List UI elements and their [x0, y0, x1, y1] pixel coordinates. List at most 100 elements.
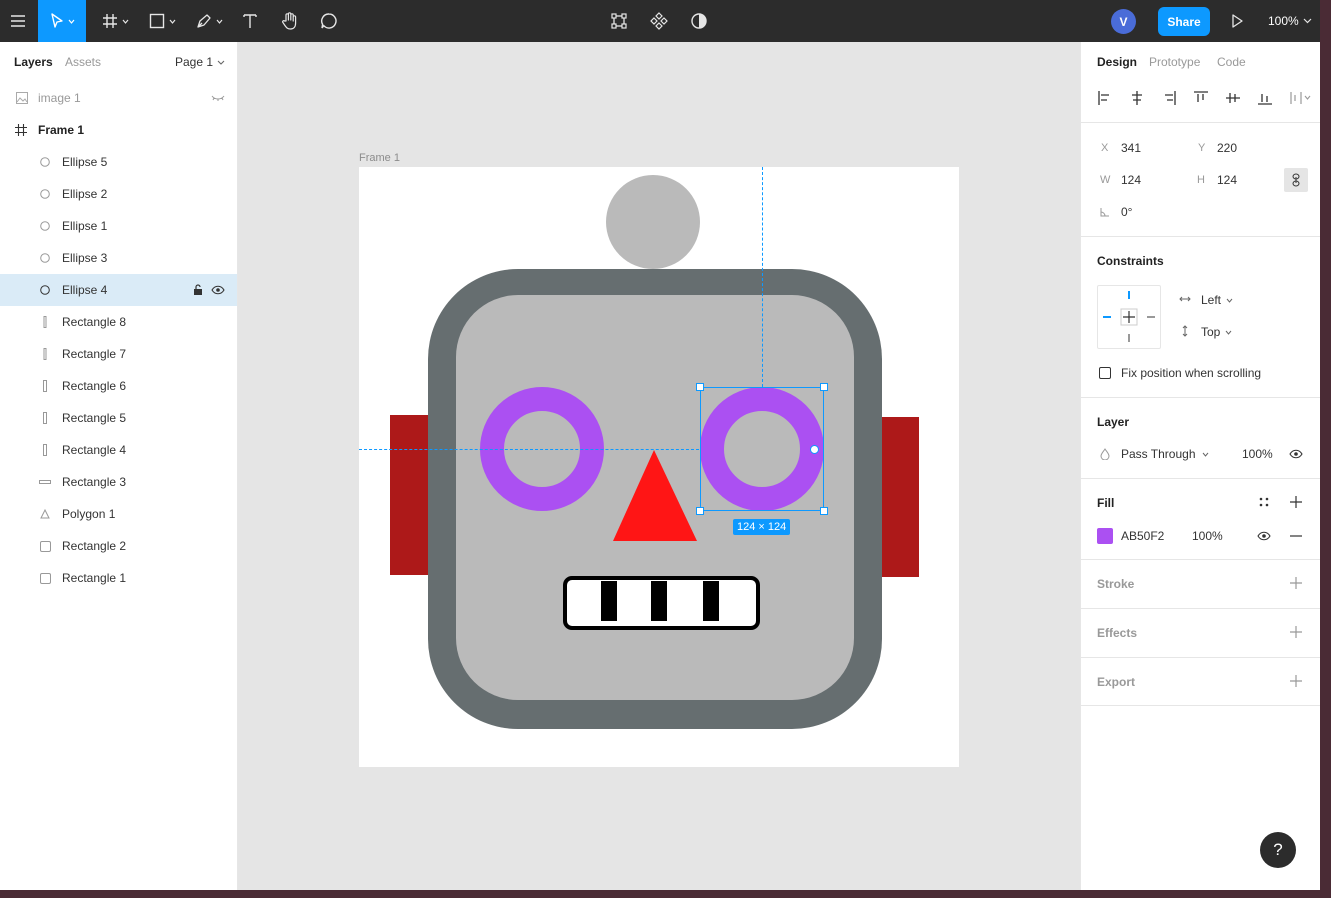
resize-handle-bottom-right[interactable] — [820, 507, 828, 515]
mask-button[interactable] — [687, 0, 711, 42]
hand-tool-button[interactable] — [278, 0, 302, 42]
edit-object-button[interactable] — [607, 0, 631, 42]
rectangle-icon — [38, 475, 52, 489]
layer-row-rectangle-2[interactable]: Rectangle 2 — [0, 530, 237, 562]
align-bottom-icon[interactable] — [1257, 90, 1273, 106]
add-effect-icon[interactable] — [1289, 625, 1303, 639]
edit-object-icon — [611, 13, 627, 29]
frame-tool-icon — [102, 14, 117, 28]
tab-prototype[interactable]: Prototype — [1149, 55, 1200, 69]
layer-row-ellipse-3[interactable]: Ellipse 3 — [0, 242, 237, 274]
user-avatar[interactable]: V — [1111, 9, 1136, 34]
add-fill-icon[interactable] — [1289, 495, 1303, 509]
unlock-icon[interactable] — [191, 283, 205, 297]
tab-layers[interactable]: Layers — [14, 55, 53, 69]
rectangle-8-tooth[interactable] — [703, 581, 719, 621]
align-vertical-center-icon[interactable] — [1225, 90, 1241, 106]
blend-mode-dropdown[interactable]: Pass Through — [1121, 447, 1209, 461]
add-export-icon[interactable] — [1289, 674, 1303, 688]
fill-color-swatch[interactable] — [1097, 528, 1113, 544]
shape-tool-button[interactable] — [145, 0, 179, 42]
align-top-icon[interactable] — [1193, 90, 1209, 106]
pen-tool-button[interactable] — [192, 0, 226, 42]
fill-hex-input[interactable]: AB50F2 — [1121, 529, 1164, 543]
ellipse-icon — [38, 219, 52, 233]
chevron-down-icon — [1303, 18, 1312, 24]
frame-label[interactable]: Frame 1 — [359, 152, 400, 164]
layer-row-rectangle-4[interactable]: Rectangle 4 — [0, 434, 237, 466]
frame-icon — [14, 123, 28, 137]
layer-row-ellipse-2[interactable]: Ellipse 2 — [0, 178, 237, 210]
properties-panel: Design Prototype Code X 341 Y 220 W 124 … — [1080, 42, 1320, 890]
layer-row-ellipse-5[interactable]: Ellipse 5 — [0, 146, 237, 178]
fix-position-checkbox[interactable] — [1099, 367, 1111, 379]
frame-tool-button[interactable] — [98, 0, 132, 42]
rectangle-icon — [38, 315, 52, 329]
page-selector[interactable]: Page 1 — [175, 55, 225, 69]
constraints-widget[interactable] — [1097, 285, 1161, 349]
constrain-proportions-button[interactable] — [1284, 168, 1308, 192]
resize-handle-top-right[interactable] — [820, 383, 828, 391]
align-right-icon[interactable] — [1161, 90, 1177, 106]
add-stroke-icon[interactable] — [1289, 576, 1303, 590]
rectangle-icon — [38, 347, 52, 361]
robot-artwork — [390, 175, 919, 729]
layer-row-polygon-1[interactable]: Polygon 1 — [0, 498, 237, 530]
tab-assets[interactable]: Assets — [65, 55, 101, 69]
fill-styles-icon[interactable] — [1258, 496, 1270, 508]
layer-opacity-input[interactable]: 100% — [1242, 447, 1273, 461]
fill-visibility-eye-icon[interactable] — [1257, 531, 1271, 541]
h-input[interactable]: 124 — [1217, 173, 1237, 187]
effects-section: Effects — [1081, 608, 1320, 657]
resize-handle-top-left[interactable] — [696, 383, 704, 391]
fill-opacity-input[interactable]: 100% — [1192, 529, 1223, 543]
layer-visibility-eye-icon[interactable] — [1289, 449, 1303, 459]
component-button[interactable] — [647, 0, 671, 42]
vertical-constraint-dropdown[interactable]: Top — [1201, 325, 1232, 339]
rectangle-7-tooth[interactable] — [651, 581, 667, 621]
present-button[interactable] — [1226, 0, 1248, 42]
arc-handle[interactable] — [810, 445, 819, 454]
comment-tool-button[interactable] — [317, 0, 341, 42]
layer-row-ellipse-4[interactable]: Ellipse 4 — [0, 274, 237, 306]
layer-row-rectangle-8[interactable]: Rectangle 8 — [0, 306, 237, 338]
layer-row-rectangle-3[interactable]: Rectangle 3 — [0, 466, 237, 498]
layer-name: Rectangle 5 — [62, 411, 127, 425]
layer-row-rectangle-5[interactable]: Rectangle 5 — [0, 402, 237, 434]
zoom-dropdown[interactable]: 100% — [1268, 0, 1312, 42]
ellipse-icon — [38, 283, 52, 297]
hidden-eye-icon[interactable] — [211, 91, 225, 105]
selection-box[interactable] — [700, 387, 824, 511]
w-input[interactable]: 124 — [1121, 173, 1141, 187]
frame-1[interactable] — [359, 167, 959, 767]
layer-row-ellipse-1[interactable]: Ellipse 1 — [0, 210, 237, 242]
align-horizontal-center-icon[interactable] — [1129, 90, 1145, 106]
align-left-icon[interactable] — [1097, 90, 1113, 106]
tab-code[interactable]: Code — [1217, 55, 1246, 69]
canvas[interactable]: Frame 1 124 × 124 — [238, 42, 1080, 890]
layer-row-rectangle-7[interactable]: Rectangle 7 — [0, 338, 237, 370]
layer-row-rectangle-6[interactable]: Rectangle 6 — [0, 370, 237, 402]
remove-fill-icon[interactable] — [1289, 530, 1303, 542]
help-button[interactable]: ? — [1260, 832, 1296, 868]
move-tool-button[interactable] — [38, 0, 86, 42]
visibility-eye-icon[interactable] — [211, 283, 225, 297]
text-tool-icon — [243, 14, 257, 28]
y-input[interactable]: 220 — [1217, 141, 1237, 155]
layer-row-image-1[interactable]: image 1 — [0, 82, 237, 114]
text-tool-button[interactable] — [238, 0, 262, 42]
x-input[interactable]: 341 — [1121, 141, 1141, 155]
horizontal-constraint-dropdown[interactable]: Left — [1201, 293, 1233, 307]
rectangle-6-tooth[interactable] — [601, 581, 617, 621]
tab-design[interactable]: Design — [1097, 55, 1137, 69]
layer-row-frame-1[interactable]: Frame 1 — [0, 114, 237, 146]
share-button[interactable]: Share — [1158, 7, 1210, 36]
horizontal-constraint-value: Left — [1201, 293, 1222, 307]
resize-handle-bottom-left[interactable] — [696, 507, 704, 515]
ellipse-5-antenna[interactable] — [606, 175, 700, 269]
rotation-input[interactable]: 0° — [1121, 205, 1132, 219]
menu-icon[interactable] — [0, 0, 36, 42]
layer-row-rectangle-1[interactable]: Rectangle 1 — [0, 562, 237, 594]
distribute-icon[interactable] — [1289, 90, 1311, 106]
layer-name: Rectangle 4 — [62, 443, 127, 457]
